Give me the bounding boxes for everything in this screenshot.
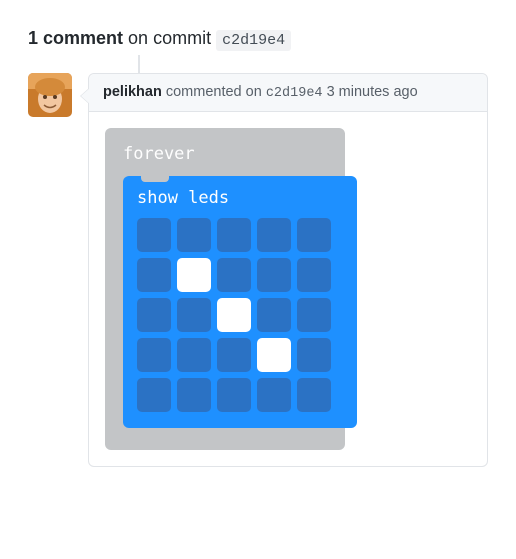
- led-cell: [177, 298, 211, 332]
- led-cell: [137, 298, 171, 332]
- led-cell: [137, 378, 171, 412]
- led-cell: [257, 258, 291, 292]
- led-cell: [297, 258, 331, 292]
- led-cell: [297, 338, 331, 372]
- led-cell: [257, 298, 291, 332]
- led-cell: [217, 338, 251, 372]
- show-leds-block: show leds: [123, 176, 357, 428]
- led-cell: [137, 218, 171, 252]
- on-commit-label: on commit: [128, 28, 211, 48]
- led-cell: [177, 378, 211, 412]
- forever-block-label: forever: [123, 144, 333, 164]
- code-block-canvas: forever show leds: [105, 128, 345, 450]
- author-link[interactable]: pelikhan: [103, 84, 162, 100]
- comment-card: pelikhan commented on c2d19e4 3 minutes …: [88, 73, 488, 467]
- led-cell: [177, 218, 211, 252]
- led-cell: [217, 298, 251, 332]
- led-cell: [137, 258, 171, 292]
- led-cell: [297, 298, 331, 332]
- commit-hash-link[interactable]: c2d19e4: [266, 86, 323, 101]
- led-cell: [297, 378, 331, 412]
- comment-time: 3 minutes ago: [327, 84, 418, 100]
- comment-header: pelikhan commented on c2d19e4 3 minutes …: [89, 74, 487, 112]
- led-cell: [177, 338, 211, 372]
- led-grid: [137, 218, 343, 412]
- led-cell: [257, 218, 291, 252]
- comment-thread: pelikhan commented on c2d19e4 3 minutes …: [28, 73, 488, 467]
- led-cell: [217, 258, 251, 292]
- comment-count: 1 comment: [28, 28, 123, 48]
- commit-hash-chip[interactable]: c2d19e4: [216, 30, 291, 51]
- led-cell: [137, 338, 171, 372]
- led-cell: [217, 378, 251, 412]
- led-cell: [257, 378, 291, 412]
- show-leds-label: show leds: [137, 188, 343, 208]
- led-cell: [297, 218, 331, 252]
- led-cell: [177, 258, 211, 292]
- comment-thread-header: 1 comment on commit c2d19e4: [28, 28, 488, 49]
- commented-verb: commented on: [166, 84, 262, 100]
- comment-body: forever show leds: [89, 112, 487, 466]
- led-cell: [257, 338, 291, 372]
- led-cell: [217, 218, 251, 252]
- avatar[interactable]: [28, 73, 72, 117]
